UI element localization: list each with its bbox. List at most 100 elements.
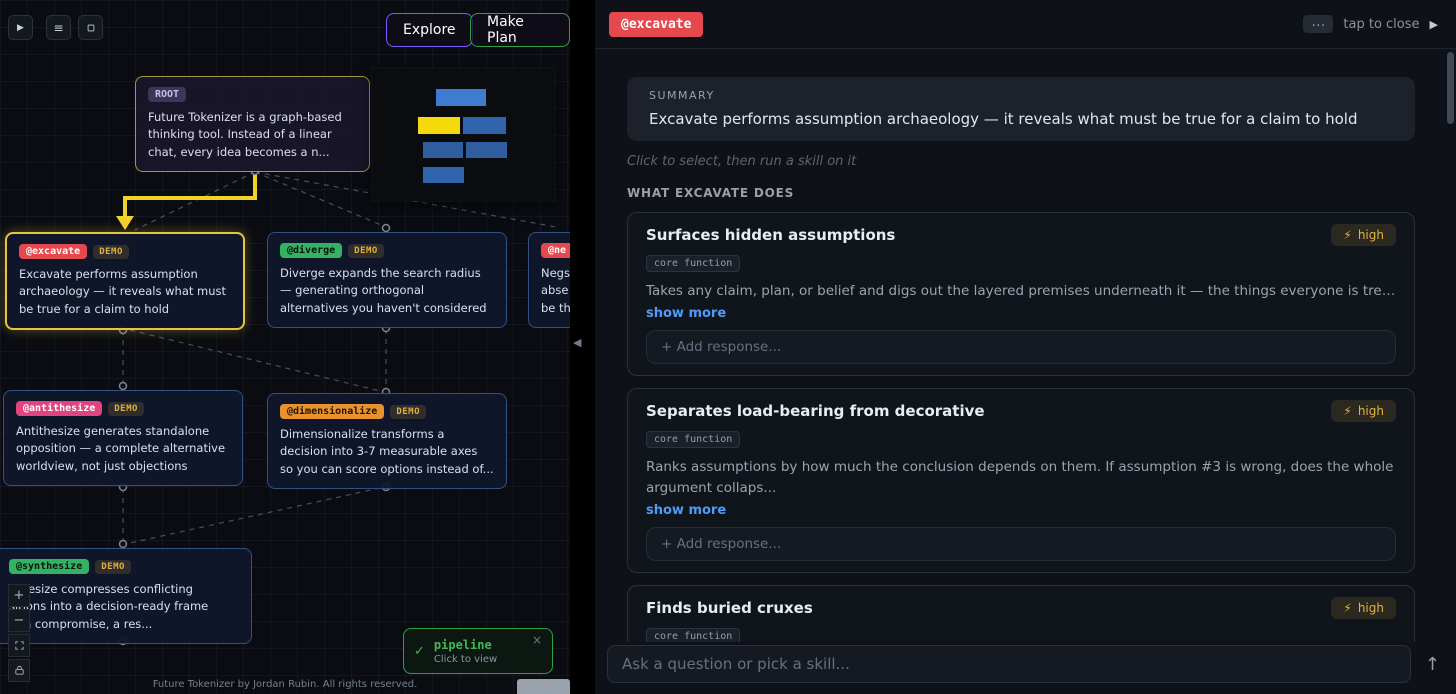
- node-badge: @synthesize: [9, 559, 90, 574]
- node-text: Negs abse be th: [541, 266, 570, 315]
- panel-header: @excavate … tap to close ▶: [595, 0, 1456, 49]
- fit-view-button[interactable]: [8, 634, 30, 657]
- minimap-node-selected: [418, 117, 460, 134]
- selected-edge-arrowhead: [116, 216, 134, 230]
- zoom-in-icon: +: [13, 588, 25, 603]
- bolt-icon: ⚡: [1343, 404, 1352, 419]
- node-text: Dimensionalize transforms a decision int…: [280, 427, 494, 476]
- skill-card-separates-load-bearing: Separates load-bearing from decorative ⚡…: [627, 388, 1415, 573]
- priority-badge: ⚡ high: [1331, 400, 1396, 423]
- app-root: ▶ ≡ Explore Make Plan ROOT Future Tokeni…: [0, 0, 1456, 694]
- node-badge: @diverge: [280, 243, 343, 258]
- show-more-link[interactable]: show more: [646, 306, 1396, 321]
- minimap[interactable]: [372, 68, 555, 201]
- frame-icon: [87, 24, 94, 31]
- composer-bar: ↑: [595, 642, 1456, 694]
- summary-card: SUMMARY Excavate performs assumption arc…: [627, 77, 1415, 141]
- bolt-icon: ⚡: [1343, 600, 1352, 615]
- fullscreen-icon: [14, 641, 24, 650]
- toast-close-icon[interactable]: ×: [532, 633, 542, 647]
- node-text: Excavate performs assumption archaeology…: [19, 267, 227, 316]
- summary-text: Excavate performs assumption archaeology…: [649, 110, 1358, 128]
- demo-badge: DEMO: [95, 559, 131, 574]
- priority-badge: ⚡ high: [1331, 224, 1396, 246]
- make-plan-button[interactable]: Make Plan: [470, 13, 570, 47]
- card-body: Takes any claim, plan, or belief and dig…: [646, 283, 1396, 299]
- zoom-out-button[interactable]: −: [8, 609, 30, 632]
- root-text: Future Tokenizer is a graph-based thinki…: [148, 110, 342, 159]
- menu-icon: ≡: [53, 20, 64, 35]
- graph-canvas[interactable]: ▶ ≡ Explore Make Plan ROOT Future Tokeni…: [0, 0, 570, 694]
- priority-badge: ⚡ high: [1331, 596, 1396, 619]
- node-badge: @antithesize: [16, 401, 103, 416]
- zoom-in-button[interactable]: +: [8, 584, 30, 607]
- priority-label: high: [1357, 404, 1384, 419]
- explore-label: Explore: [403, 22, 456, 38]
- node-antithesize[interactable]: @antithesize DEMO Antithesize generates …: [3, 390, 243, 486]
- node-excavate[interactable]: @excavate DEMO Excavate performs assumpt…: [5, 232, 245, 330]
- card-title: Surfaces hidden assumptions: [646, 226, 896, 244]
- copyright-text: Future Tokenizer by Jordan Rubin. All ri…: [152, 679, 418, 690]
- node-badge: @excavate: [19, 244, 88, 259]
- node-synthesize-clipped[interactable]: @synthesize DEMO nthesize compresses con…: [0, 548, 252, 644]
- send-icon[interactable]: ↑: [1425, 654, 1440, 675]
- play-icon: ▶: [17, 22, 24, 33]
- skill-chip-excavate[interactable]: @excavate: [609, 11, 704, 37]
- node-dimensionalize[interactable]: @dimensionalize DEMO Dimensionalize tran…: [267, 393, 507, 489]
- minimap-node: [436, 89, 486, 106]
- card-body: Ranks assumptions by how much the conclu…: [646, 459, 1394, 496]
- zoom-controls: + −: [8, 584, 30, 682]
- more-icon[interactable]: …: [1303, 15, 1334, 33]
- frame-button[interactable]: [78, 15, 103, 40]
- minimap-node: [423, 167, 464, 183]
- close-panel-control[interactable]: … tap to close ▶: [1303, 15, 1438, 33]
- bolt-icon: ⚡: [1343, 228, 1352, 242]
- lock-icon: [14, 665, 24, 675]
- priority-label: high: [1357, 600, 1384, 615]
- node-text: Diverge expands the search radius — gene…: [280, 266, 487, 315]
- core-function-tag: core function: [646, 255, 741, 272]
- attribution-badge[interactable]: [517, 679, 570, 694]
- play-button[interactable]: ▶: [8, 15, 33, 40]
- ask-question-input[interactable]: [607, 645, 1411, 683]
- node-root[interactable]: ROOT Future Tokenizer is a graph-based t…: [135, 76, 370, 172]
- explore-button[interactable]: Explore: [386, 13, 473, 47]
- root-badge: ROOT: [148, 87, 187, 102]
- node-diverge[interactable]: @diverge DEMO Diverge expands the search…: [267, 232, 507, 328]
- node-badge: @dimensionalize: [280, 404, 385, 419]
- node-badge: @ne: [541, 243, 570, 258]
- pipeline-toast[interactable]: ✓ pipeline Click to view ×: [403, 628, 553, 674]
- card-title: Finds buried cruxes: [646, 598, 813, 617]
- panel-divider: ◀: [570, 0, 595, 694]
- toast-title: pipeline: [433, 637, 492, 652]
- add-response-input[interactable]: + Add response...: [646, 526, 1396, 561]
- demo-badge: DEMO: [108, 401, 144, 416]
- selected-edge: [123, 173, 257, 218]
- panel-close-icon: ▶: [1429, 17, 1438, 31]
- demo-badge: DEMO: [93, 244, 129, 259]
- tap-to-close-label: tap to close: [1343, 16, 1420, 32]
- zoom-out-icon: −: [13, 613, 25, 628]
- scrollbar-thumb[interactable]: [1447, 52, 1454, 124]
- menu-button[interactable]: ≡: [46, 15, 71, 40]
- minimap-node: [423, 142, 463, 158]
- section-title: WHAT EXCAVATE DOES: [627, 186, 795, 200]
- collapse-handle-icon[interactable]: ◀: [573, 336, 581, 349]
- minimap-node: [463, 117, 506, 134]
- panel-content: SUMMARY Excavate performs assumption arc…: [595, 49, 1456, 694]
- add-response-input[interactable]: + Add response...: [646, 330, 1396, 365]
- priority-label: high: [1357, 228, 1384, 242]
- skill-card-surfaces-hidden-assumptions: Surfaces hidden assumptions ⚡ high core …: [627, 212, 1415, 377]
- card-title: Separates load-bearing from decorative: [646, 402, 985, 421]
- node-text: Antithesize generates standalone opposit…: [16, 424, 226, 473]
- toast-subtitle: Click to view: [433, 653, 498, 665]
- node-negspace-clipped[interactable]: @ne Negs abse be th: [528, 232, 570, 328]
- core-function-tag: core function: [646, 431, 741, 449]
- node-text: nthesize compresses conflicting sitions …: [9, 582, 209, 631]
- make-plan-label: Make Plan: [487, 14, 524, 46]
- demo-badge: DEMO: [390, 404, 426, 419]
- detail-panel: @excavate … tap to close ▶ SUMMARY Excav…: [595, 0, 1456, 694]
- summary-label: SUMMARY: [649, 89, 715, 102]
- selection-hint: Click to select, then run a skill on it: [627, 154, 857, 169]
- show-more-link[interactable]: show more: [646, 503, 1396, 518]
